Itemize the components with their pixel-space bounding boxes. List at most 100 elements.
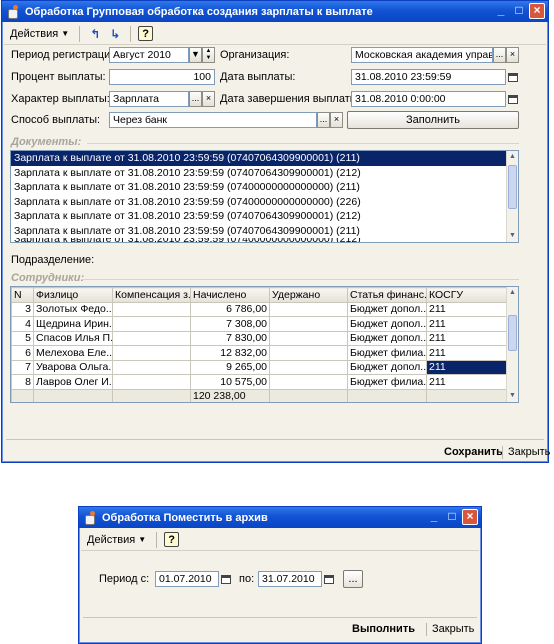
period-from-field[interactable]: 01.07.2010 <box>155 571 219 587</box>
close-button[interactable]: Закрыть <box>508 446 550 458</box>
documents-list[interactable]: Зарплата к выплате от 31.08.2010 23:59:5… <box>10 150 519 243</box>
cell-name[interactable]: Мелехова Еле... <box>33 345 113 361</box>
table-row[interactable]: 3 Золотых Федо... 6 786,00 Бюджет допол... 2… <box>11 301 509 317</box>
cell-n[interactable]: 4 <box>11 316 34 332</box>
cell-article[interactable]: Бюджет допол... <box>347 359 427 375</box>
column-header[interactable]: КОСГУ <box>426 287 509 303</box>
organization-clear-button[interactable]: × <box>506 47 519 63</box>
end-date-field[interactable]: 31.08.2010 0:00:00 <box>351 91 506 107</box>
cell-accrued[interactable]: 10 575,00 <box>190 374 270 390</box>
method-field[interactable]: Через банк <box>109 112 317 128</box>
organization-field[interactable]: Московская академия управле <box>351 47 493 63</box>
document-row[interactable]: Зарплата к выплате от 31.08.2010 23:59:5… <box>11 195 518 210</box>
select-period-button[interactable]: ... <box>343 570 363 588</box>
documents-scrollbar[interactable]: ▲ ▼ <box>506 151 518 242</box>
cell-comp[interactable] <box>112 316 191 332</box>
document-row[interactable]: Зарплата к выплате от 31.08.2010 23:59:5… <box>11 151 518 166</box>
cell-n[interactable]: 7 <box>11 359 34 375</box>
cell-name[interactable]: Лавров Олег И... <box>33 374 113 390</box>
help-icon[interactable]: ? <box>138 26 154 41</box>
actions-menu-button[interactable]: Действия ▼ <box>84 533 149 547</box>
save-button[interactable]: Сохранить <box>444 446 503 458</box>
organization-select-button[interactable]: ... <box>493 47 506 63</box>
cell-comp[interactable] <box>112 345 191 361</box>
maximize-icon[interactable]: □ <box>444 509 460 525</box>
cell-accrued[interactable]: 6 786,00 <box>190 301 270 317</box>
table-row[interactable]: 5 Спасов Илья П... 7 830,00 Бюджет допол...… <box>11 330 509 346</box>
column-header[interactable]: Физлицо <box>33 287 113 303</box>
period-spin-button[interactable]: ▲ ▼ <box>202 47 215 63</box>
cell-article[interactable]: Бюджет допол... <box>347 316 427 332</box>
document-row[interactable]: Зарплата к выплате от 31.08.2010 23:59:5… <box>11 209 518 224</box>
cell-kosgu[interactable]: 211 <box>426 374 509 390</box>
scroll-thumb[interactable] <box>508 165 517 209</box>
cell-accrued[interactable]: 7 308,00 <box>190 316 270 332</box>
minimize-icon[interactable]: _ <box>426 509 442 525</box>
character-select-button[interactable]: ... <box>189 91 202 107</box>
method-select-button[interactable]: ... <box>317 112 330 128</box>
help-icon[interactable]: ? <box>164 532 180 547</box>
cell-n[interactable]: 8 <box>11 374 34 390</box>
cell-kosgu[interactable]: 211 <box>426 316 509 332</box>
scroll-thumb[interactable] <box>508 315 517 351</box>
cell-n[interactable]: 3 <box>11 301 34 317</box>
cell-accrued[interactable]: 12 832,00 <box>190 345 270 361</box>
cell-withheld[interactable] <box>269 345 348 361</box>
calendar-icon[interactable] <box>506 91 520 107</box>
cell-kosgu[interactable]: 211 <box>426 330 509 346</box>
method-clear-button[interactable]: × <box>330 112 343 128</box>
document-row[interactable]: Зарплата к выплате от 31.08.2010 23:59:5… <box>11 224 518 239</box>
table-row[interactable]: 7 Уварова Ольга... 9 265,00 Бюджет допол...… <box>11 359 509 375</box>
cell-withheld[interactable] <box>269 374 348 390</box>
cell-name[interactable]: Щедрина Ирин... <box>33 316 113 332</box>
title-bar[interactable]: Обработка Групповая обработка создания з… <box>2 1 548 22</box>
calendar-icon[interactable] <box>219 571 233 587</box>
calendar-icon[interactable] <box>506 69 520 85</box>
cell-n[interactable]: 5 <box>11 330 34 346</box>
document-row[interactable]: Зарплата к выплате от 31.08.2010 23:59:5… <box>11 166 518 181</box>
employees-scrollbar[interactable]: ▲ ▼ <box>506 287 518 402</box>
pay-date-field[interactable]: 31.08.2010 23:59:59 <box>351 69 506 85</box>
cell-accrued[interactable]: 7 830,00 <box>190 330 270 346</box>
calendar-icon[interactable] <box>322 571 336 587</box>
minimize-icon[interactable]: _ <box>493 3 509 19</box>
fill-button[interactable]: Заполнить <box>347 111 519 129</box>
column-header[interactable]: Компенсация з... <box>112 287 191 303</box>
cell-kosgu[interactable]: 211 <box>426 359 509 375</box>
character-field[interactable]: Зарплата <box>109 91 189 107</box>
column-header[interactable]: Начислено <box>190 287 270 303</box>
column-header[interactable]: N <box>11 287 34 303</box>
document-row[interactable]: Зарплата к выплате от 31.08.2010 23:59:5… <box>11 238 518 242</box>
close-icon[interactable]: × <box>462 509 478 525</box>
cell-name[interactable]: Золотых Федо... <box>33 301 113 317</box>
cell-accrued[interactable]: 9 265,00 <box>190 359 270 375</box>
cell-withheld[interactable] <box>269 359 348 375</box>
period-dropdown-button[interactable]: ▼ <box>189 47 202 63</box>
cell-kosgu[interactable]: 211 <box>426 345 509 361</box>
table-row[interactable]: 4 Щедрина Ирин... 7 308,00 Бюджет допол... 2… <box>11 316 509 332</box>
close-icon[interactable]: × <box>529 3 545 19</box>
cell-comp[interactable] <box>112 359 191 375</box>
cell-kosgu[interactable]: 211 <box>426 301 509 317</box>
cell-withheld[interactable] <box>269 316 348 332</box>
title-bar[interactable]: Обработка Поместить в архив _ □ × <box>79 507 481 528</box>
employees-table[interactable]: N Физлицо Компенсация з... Начислено Удержан… <box>11 287 509 402</box>
move-up-icon[interactable]: ↰ <box>87 26 103 42</box>
cell-article[interactable]: Бюджет допол... <box>347 330 427 346</box>
maximize-icon[interactable]: □ <box>511 3 527 19</box>
cell-n[interactable]: 6 <box>11 345 34 361</box>
cell-comp[interactable] <box>112 374 191 390</box>
cell-name[interactable]: Уварова Ольга... <box>33 359 113 375</box>
character-clear-button[interactable]: × <box>202 91 215 107</box>
execute-button[interactable]: Выполнить <box>352 623 415 635</box>
document-row[interactable]: Зарплата к выплате от 31.08.2010 23:59:5… <box>11 180 518 195</box>
move-down-icon[interactable]: ↳ <box>107 26 123 42</box>
scroll-up-icon[interactable]: ▲ <box>507 151 518 163</box>
cell-comp[interactable] <box>112 330 191 346</box>
column-header[interactable]: Статья финанс... <box>347 287 427 303</box>
cell-article[interactable]: Бюджет допол... <box>347 301 427 317</box>
cell-withheld[interactable] <box>269 330 348 346</box>
percent-field[interactable]: 100 <box>109 69 215 85</box>
cell-comp[interactable] <box>112 301 191 317</box>
actions-menu-button[interactable]: Действия ▼ <box>7 27 72 41</box>
